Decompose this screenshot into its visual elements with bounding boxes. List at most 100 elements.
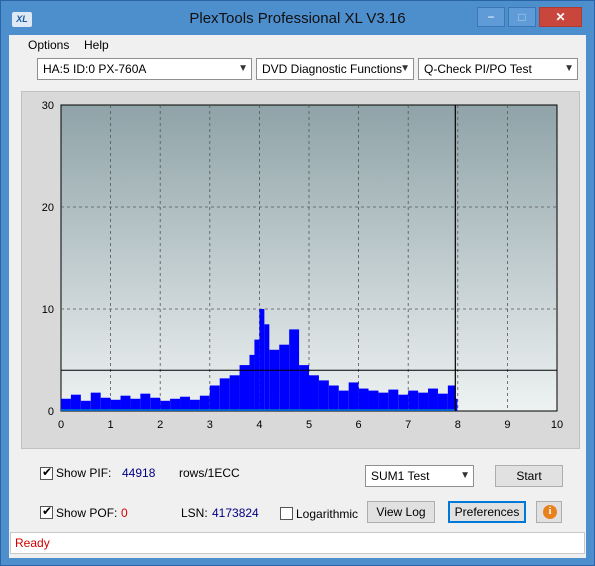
drive-select[interactable]: HA:5 ID:0 PX-760A ▼ — [37, 58, 252, 80]
maximize-button[interactable]: □ — [508, 7, 536, 27]
chart-bar — [120, 395, 131, 411]
chart-bar — [338, 390, 349, 411]
x-tick-label: 7 — [405, 419, 411, 431]
preferences-button[interactable]: Preferences — [448, 501, 526, 523]
checkmark-icon: ✔ — [42, 465, 53, 479]
chart-bar — [358, 388, 369, 411]
info-button[interactable]: i — [536, 501, 562, 523]
menu-bar: Options Help — [9, 35, 586, 55]
chart-bar — [299, 365, 309, 411]
chart-bar — [269, 349, 280, 411]
chart-bar — [418, 392, 429, 411]
drive-select-value: HA:5 ID:0 PX-760A — [43, 62, 147, 76]
app-window: XL PlexTools Professional XL V3.16 − □ ✕… — [0, 0, 595, 566]
x-tick-label: 9 — [504, 419, 510, 431]
chevron-down-icon: ▼ — [238, 63, 248, 74]
chevron-down-icon: ▼ — [564, 63, 574, 74]
sum-test-select-value: SUM1 Test — [371, 469, 430, 483]
x-tick-label: 6 — [356, 419, 362, 431]
logarithmic-label: Logarithmic — [296, 507, 359, 521]
x-tick-label: 5 — [306, 419, 312, 431]
sum-test-select[interactable]: SUM1 Test ▼ — [365, 465, 474, 487]
chart-bar — [259, 309, 265, 411]
start-button[interactable]: Start — [495, 465, 563, 487]
chart-bar — [437, 393, 448, 411]
chart-bar — [398, 394, 409, 411]
chart-bar — [90, 392, 101, 411]
minimize-button[interactable]: − — [477, 7, 505, 27]
chart-bar — [170, 398, 181, 411]
x-tick-label: 0 — [58, 419, 64, 431]
menu-options-label: Options — [28, 38, 70, 52]
pof-value: 0 — [121, 506, 128, 520]
chart-bar — [180, 396, 190, 411]
chart-bar — [254, 339, 260, 411]
x-tick-label: 4 — [256, 419, 262, 431]
y-tick-label: 0 — [48, 406, 54, 418]
chart-bar — [318, 380, 329, 411]
info-icon: i — [543, 505, 557, 519]
chart-bar — [110, 399, 121, 411]
chart-bar — [447, 385, 456, 411]
client-area: Options Help HA:5 ID:0 PX-760A ▼ DVD Dia… — [9, 35, 586, 558]
chart-bar — [249, 354, 255, 411]
menu-help-label: Help — [84, 38, 109, 52]
chart-bar — [100, 397, 111, 411]
x-tick-label: 10 — [551, 419, 563, 431]
window-title: PlexTools Professional XL V3.16 — [189, 10, 406, 27]
chart-bar — [428, 388, 438, 411]
chart-bar — [189, 399, 200, 411]
status-bar: Ready — [10, 532, 585, 554]
chart-bar — [328, 385, 339, 411]
chart-bar — [61, 398, 71, 411]
function-select-value: DVD Diagnostic Functions — [262, 62, 403, 76]
view-log-button[interactable]: View Log — [367, 501, 435, 523]
pif-unit: rows/1ECC — [179, 466, 240, 480]
chart-bar — [199, 395, 210, 411]
chart-bar — [219, 378, 230, 411]
chart-bar — [140, 393, 151, 411]
y-tick-label: 30 — [42, 100, 54, 112]
function-select[interactable]: DVD Diagnostic Functions ▼ — [256, 58, 414, 80]
chart-bar — [348, 382, 359, 411]
chart-bar — [150, 397, 161, 411]
test-select-value: Q-Check PI/PO Test — [424, 62, 532, 76]
show-pof-checkbox[interactable]: ✔ — [40, 504, 53, 519]
x-tick-label: 2 — [157, 419, 163, 431]
chart-bar — [279, 344, 290, 411]
x-tick-label: 8 — [455, 419, 461, 431]
show-pif-checkbox[interactable]: ✔ — [40, 465, 53, 480]
chart-panel: 0 1 2 3 4 5 6 7 8 9 10 0 10 20 30 — [21, 91, 580, 449]
menu-options[interactable]: Options — [28, 38, 69, 52]
show-pif-label: Show PIF: — [56, 466, 112, 480]
chart-bar — [264, 324, 270, 411]
pi-po-chart: 0 1 2 3 4 5 6 7 8 9 10 0 10 20 30 — [42, 100, 563, 431]
x-tick-label: 3 — [207, 419, 213, 431]
chevron-down-icon: ▼ — [460, 470, 470, 481]
chart-bar — [309, 375, 319, 411]
chart-bar — [209, 385, 220, 411]
chart-bar — [368, 390, 379, 411]
title-bar[interactable]: XL PlexTools Professional XL V3.16 − □ ✕ — [1, 1, 594, 35]
show-pof-label: Show POF: — [56, 506, 118, 520]
chart-bar — [229, 375, 240, 411]
test-select[interactable]: Q-Check PI/PO Test ▼ — [418, 58, 578, 80]
chart-bar — [408, 390, 419, 411]
chart-bar — [378, 392, 389, 411]
chart-bar — [130, 398, 141, 411]
x-tick-label: 1 — [108, 419, 114, 431]
lsn-label: LSN: — [181, 506, 208, 520]
lsn-value: 4173824 — [212, 506, 259, 520]
y-tick-label: 20 — [42, 202, 54, 214]
chart-bar — [239, 365, 250, 411]
chart-bar — [160, 400, 171, 411]
chart-bar — [80, 400, 91, 411]
menu-help[interactable]: Help — [84, 38, 109, 52]
checkmark-icon: ✔ — [42, 504, 53, 518]
chevron-down-icon: ▼ — [400, 63, 410, 74]
close-button[interactable]: ✕ — [539, 7, 582, 27]
pif-value: 44918 — [122, 466, 156, 480]
logarithmic-checkbox[interactable] — [280, 507, 293, 520]
chart-bar — [70, 394, 81, 411]
chart-bar — [388, 389, 399, 411]
